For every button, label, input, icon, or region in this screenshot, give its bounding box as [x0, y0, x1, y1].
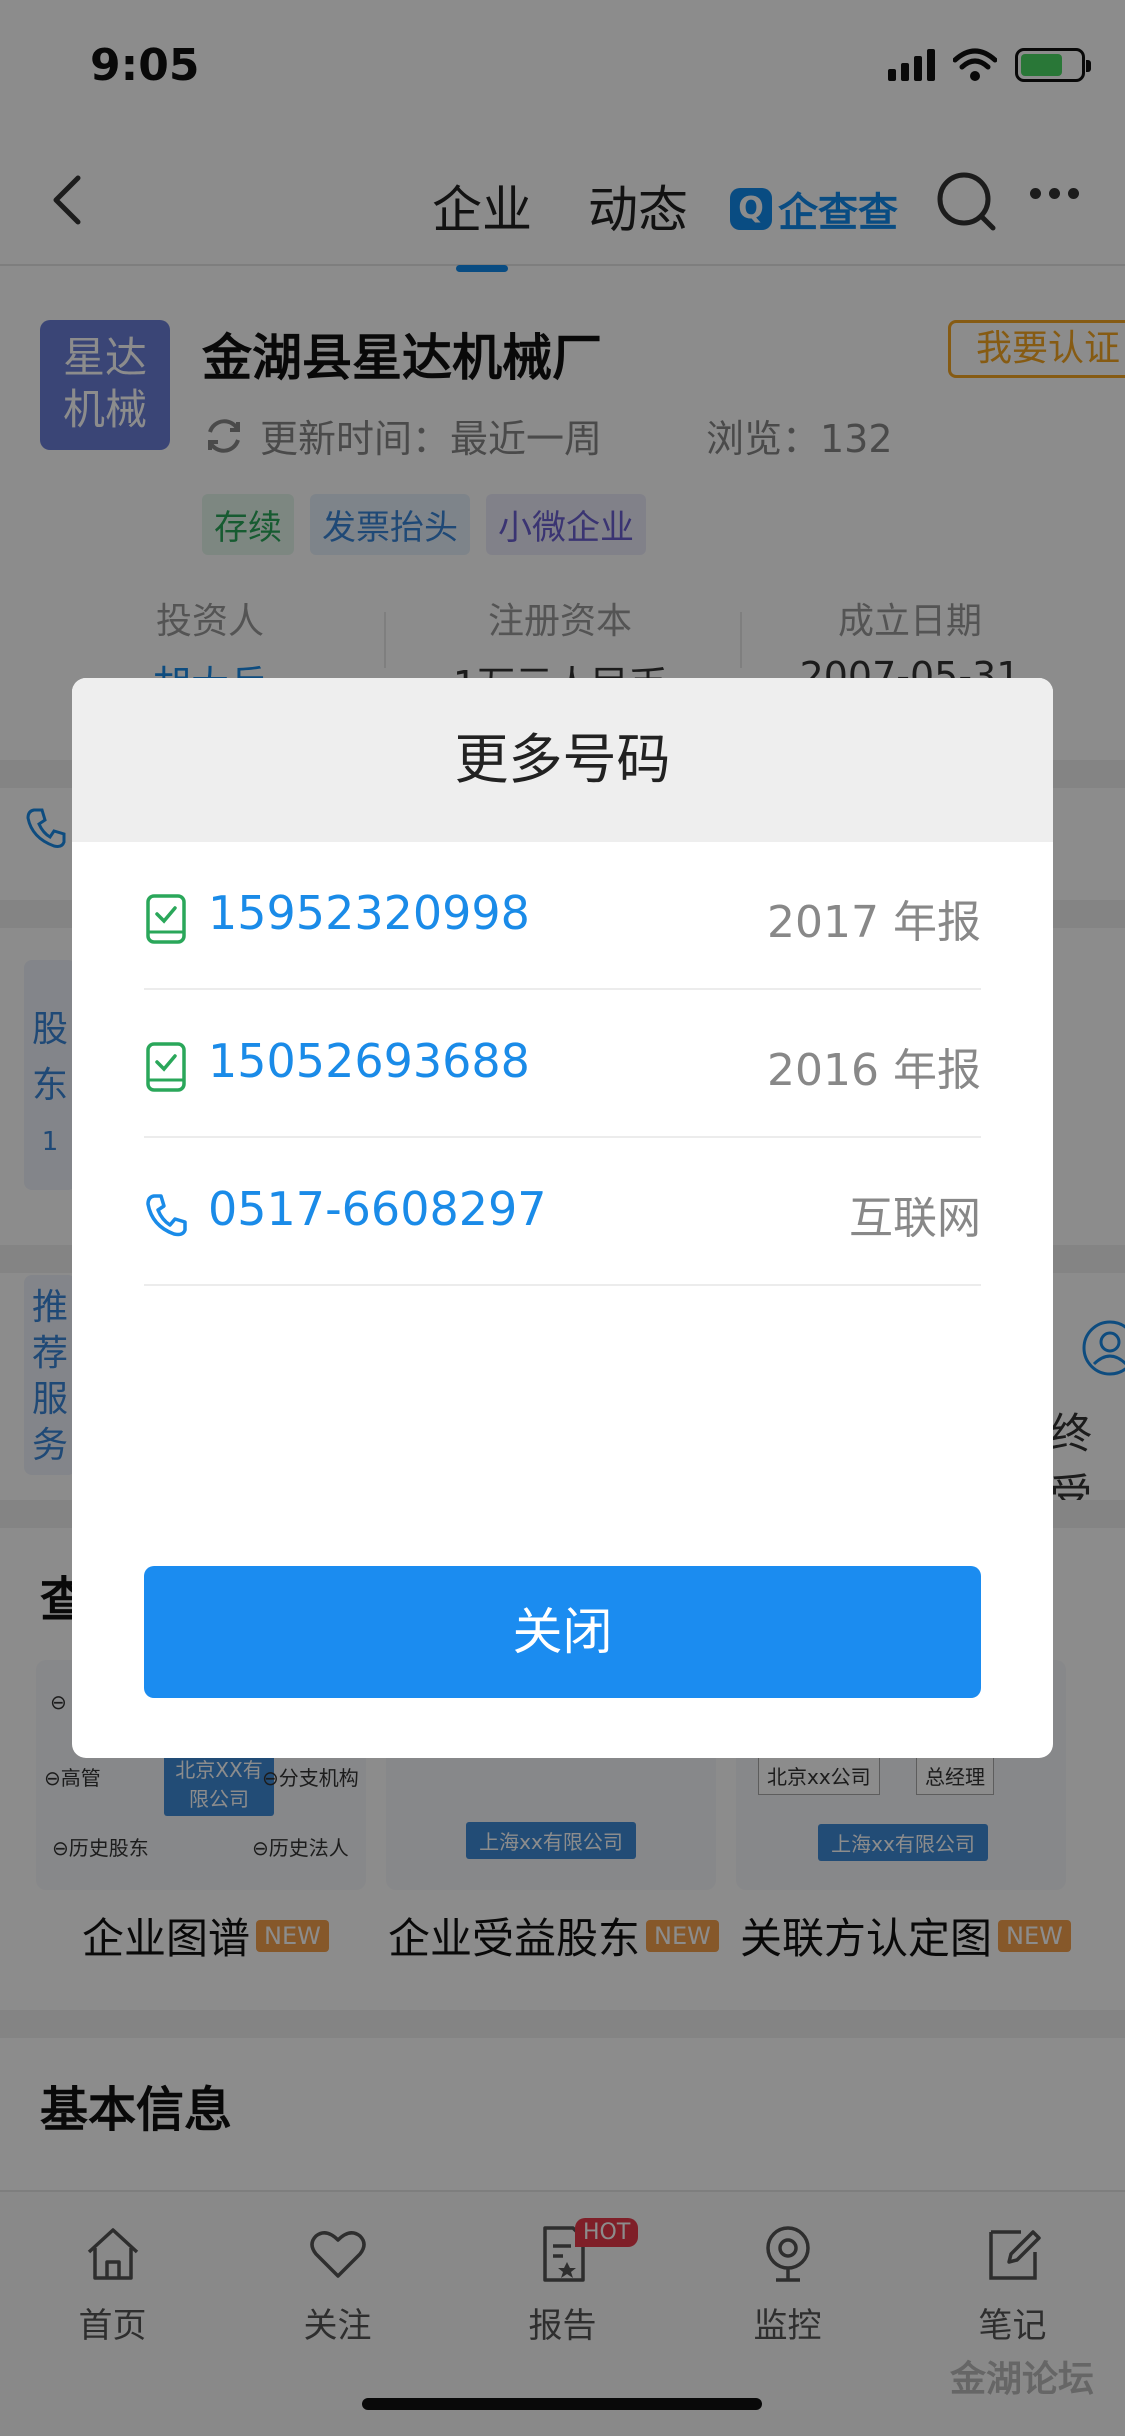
close-button[interactable]: 关闭 — [144, 1566, 981, 1698]
phone-row[interactable]: 15952320998 2017 年报 — [144, 842, 981, 990]
mobile-icon — [146, 1042, 186, 1092]
phone-number[interactable]: 15952320998 — [208, 886, 530, 940]
app-screen: 9:05 企业 动态 Q 企查查 星达 机械 金湖县星达机械厂 我要认证 更新时… — [0, 0, 1125, 2436]
phone-row[interactable]: 0517-6608297 互联网 — [144, 1138, 981, 1286]
landline-icon — [146, 1194, 187, 1237]
dialog-title: 更多号码 — [72, 678, 1053, 842]
more-numbers-dialog: 更多号码 15952320998 2017 年报 15052693688 201… — [72, 678, 1053, 1758]
phone-source: 2016 年报 — [767, 1045, 981, 1096]
phone-number[interactable]: 0517-6608297 — [208, 1182, 547, 1236]
phone-source: 2017 年报 — [767, 897, 981, 948]
phone-row[interactable]: 15052693688 2016 年报 — [144, 990, 981, 1138]
mobile-icon — [146, 894, 186, 944]
phone-source: 互联网 — [849, 1193, 981, 1244]
phone-number[interactable]: 15052693688 — [208, 1034, 530, 1088]
